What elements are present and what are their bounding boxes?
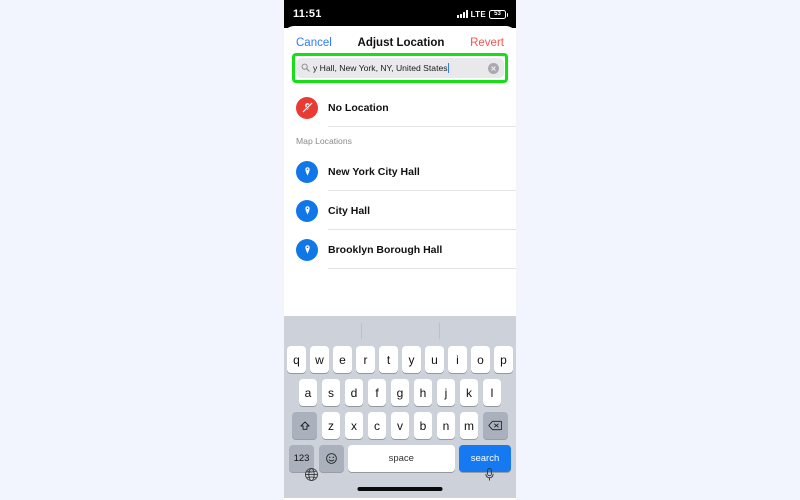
key-t[interactable]: t [379, 346, 398, 373]
status-time: 11:51 [293, 8, 322, 20]
adjust-location-sheet: Cancel Adjust Location Revert y Hall, Ne… [284, 26, 516, 316]
keyboard-row-2: a s d f g h j k l [284, 379, 516, 406]
key-s[interactable]: s [321, 379, 341, 406]
on-screen-keyboard: q w e r t y u i o p a s d f g h j k l z … [284, 316, 516, 498]
list-item-label: No Location [328, 101, 389, 114]
key-f[interactable]: f [367, 379, 387, 406]
shift-arrow-icon[interactable] [292, 412, 318, 439]
location-list: No Location Map Locations New York City … [284, 88, 516, 269]
map-pin-icon [296, 160, 318, 183]
map-pin-icon [296, 199, 318, 222]
page-title: Adjust Location [357, 37, 445, 49]
section-header-map-locations: Map Locations [296, 136, 352, 146]
key-q[interactable]: q [287, 346, 306, 373]
key-h[interactable]: h [413, 379, 433, 406]
keyboard-bottom-bar [284, 456, 516, 498]
microphone-icon[interactable] [483, 467, 496, 487]
key-l[interactable]: l [482, 379, 502, 406]
search-input-value: y Hall, New York, NY, United States [313, 63, 450, 73]
screenshot-canvas: 11:51 LTE 53 Cancel Adjust Location Reve… [0, 0, 800, 500]
prediction-slot[interactable] [284, 316, 361, 346]
map-pin-icon [296, 238, 318, 261]
status-bar: 11:51 LTE 53 [284, 0, 516, 28]
key-x[interactable]: x [344, 412, 364, 439]
battery-level-text: 53 [494, 11, 501, 17]
keyboard-row-1: q w e r t y u i o p [284, 346, 516, 373]
predictive-text-bar[interactable] [284, 316, 516, 346]
key-o[interactable]: o [471, 346, 490, 373]
search-container: y Hall, New York, NY, United States [284, 53, 516, 83]
globe-icon[interactable] [304, 467, 319, 487]
revert-button[interactable]: Revert [470, 37, 504, 49]
key-w[interactable]: w [310, 346, 329, 373]
status-indicators: LTE 53 [456, 9, 508, 19]
key-y[interactable]: y [402, 346, 421, 373]
key-p[interactable]: p [494, 346, 513, 373]
key-u[interactable]: u [425, 346, 444, 373]
key-i[interactable]: i [448, 346, 467, 373]
list-item-label: City Hall [328, 204, 371, 217]
network-label: LTE [470, 9, 486, 19]
no-location-pin-icon [296, 96, 318, 119]
prediction-slot[interactable] [438, 316, 516, 346]
key-m[interactable]: m [459, 412, 479, 439]
key-d[interactable]: d [344, 379, 364, 406]
key-a[interactable]: a [298, 379, 318, 406]
key-j[interactable]: j [436, 379, 456, 406]
key-b[interactable]: b [413, 412, 433, 439]
phone-screen: 11:51 LTE 53 Cancel Adjust Location Reve… [284, 0, 516, 500]
navigation-bar: Cancel Adjust Location Revert [284, 26, 516, 58]
prediction-slot[interactable] [361, 316, 438, 346]
search-input[interactable]: y Hall, New York, NY, United States [296, 58, 504, 78]
list-item-map-location[interactable]: New York City Hall [284, 152, 516, 191]
key-c[interactable]: c [367, 412, 387, 439]
signal-bars-icon [456, 10, 468, 18]
key-e[interactable]: e [333, 346, 352, 373]
clear-circle-icon[interactable] [488, 62, 499, 74]
list-item-no-location[interactable]: No Location [284, 88, 516, 127]
key-r[interactable]: r [356, 346, 375, 373]
row-separator [328, 268, 516, 269]
cancel-button[interactable]: Cancel [296, 37, 332, 49]
backspace-icon[interactable] [482, 412, 508, 439]
list-item-label: Brooklyn Borough Hall [328, 243, 443, 256]
key-v[interactable]: v [390, 412, 410, 439]
home-indicator [357, 487, 443, 491]
row-separator [328, 126, 516, 127]
battery-icon: 53 [489, 9, 508, 19]
list-item-map-location[interactable]: City Hall [284, 191, 516, 230]
list-item-map-location[interactable]: Brooklyn Borough Hall [284, 230, 516, 269]
key-k[interactable]: k [459, 379, 479, 406]
key-g[interactable]: g [390, 379, 410, 406]
key-n[interactable]: n [436, 412, 456, 439]
search-icon [301, 59, 310, 77]
keyboard-row-3: z x c v b n m [284, 412, 516, 439]
key-z[interactable]: z [321, 412, 341, 439]
text-cursor [448, 63, 450, 73]
list-item-label: New York City Hall [328, 165, 420, 178]
